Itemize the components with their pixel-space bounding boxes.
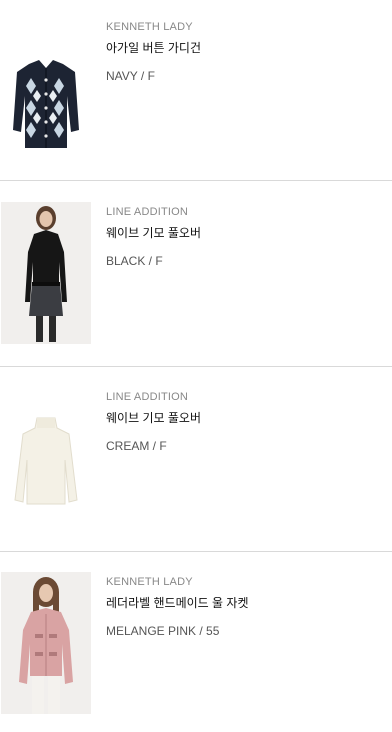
- item-divider: [0, 180, 392, 181]
- product-info: KENNETH LADY 레더라벨 핸드메이드 울 자켓 MELANGE PIN…: [106, 575, 384, 638]
- product-brand: KENNETH LADY: [106, 21, 193, 33]
- product-brand: LINE ADDITION: [106, 206, 189, 218]
- product-name[interactable]: 아가일 버튼 가디건: [106, 41, 384, 55]
- item-divider: [0, 551, 392, 552]
- product-option: MELANGE PINK / 55: [106, 624, 220, 638]
- product-brand: KENNETH LADY: [106, 576, 193, 588]
- product-option: NAVY / F: [106, 69, 155, 83]
- item-divider: [0, 366, 392, 367]
- product-thumbnail-navy-argyle-cardigan[interactable]: [1, 38, 91, 158]
- product-name[interactable]: 레더라벨 핸드메이드 울 자켓: [106, 596, 384, 610]
- product-info: LINE ADDITION 웨이브 기모 풀오버 BLACK / F: [106, 205, 384, 268]
- product-info: LINE ADDITION 웨이브 기모 풀오버 CREAM / F: [106, 390, 384, 453]
- product-name[interactable]: 웨이브 기모 풀오버: [106, 226, 384, 240]
- product-option: CREAM / F: [106, 439, 167, 453]
- product-thumbnail-pink-wool-jacket-model[interactable]: [1, 572, 91, 714]
- product-thumbnail-cream-pullover[interactable]: [1, 410, 91, 530]
- product-brand: LINE ADDITION: [106, 391, 189, 403]
- product-info: KENNETH LADY 아가일 버튼 가디건 NAVY / F: [106, 20, 384, 83]
- cart-item-list: KENNETH LADY 아가일 버튼 가디건 NAVY / F LINE AD…: [0, 0, 392, 732]
- product-thumbnail-black-pullover-model[interactable]: [1, 202, 91, 344]
- product-name[interactable]: 웨이브 기모 풀오버: [106, 411, 384, 425]
- product-option: BLACK / F: [106, 254, 163, 268]
